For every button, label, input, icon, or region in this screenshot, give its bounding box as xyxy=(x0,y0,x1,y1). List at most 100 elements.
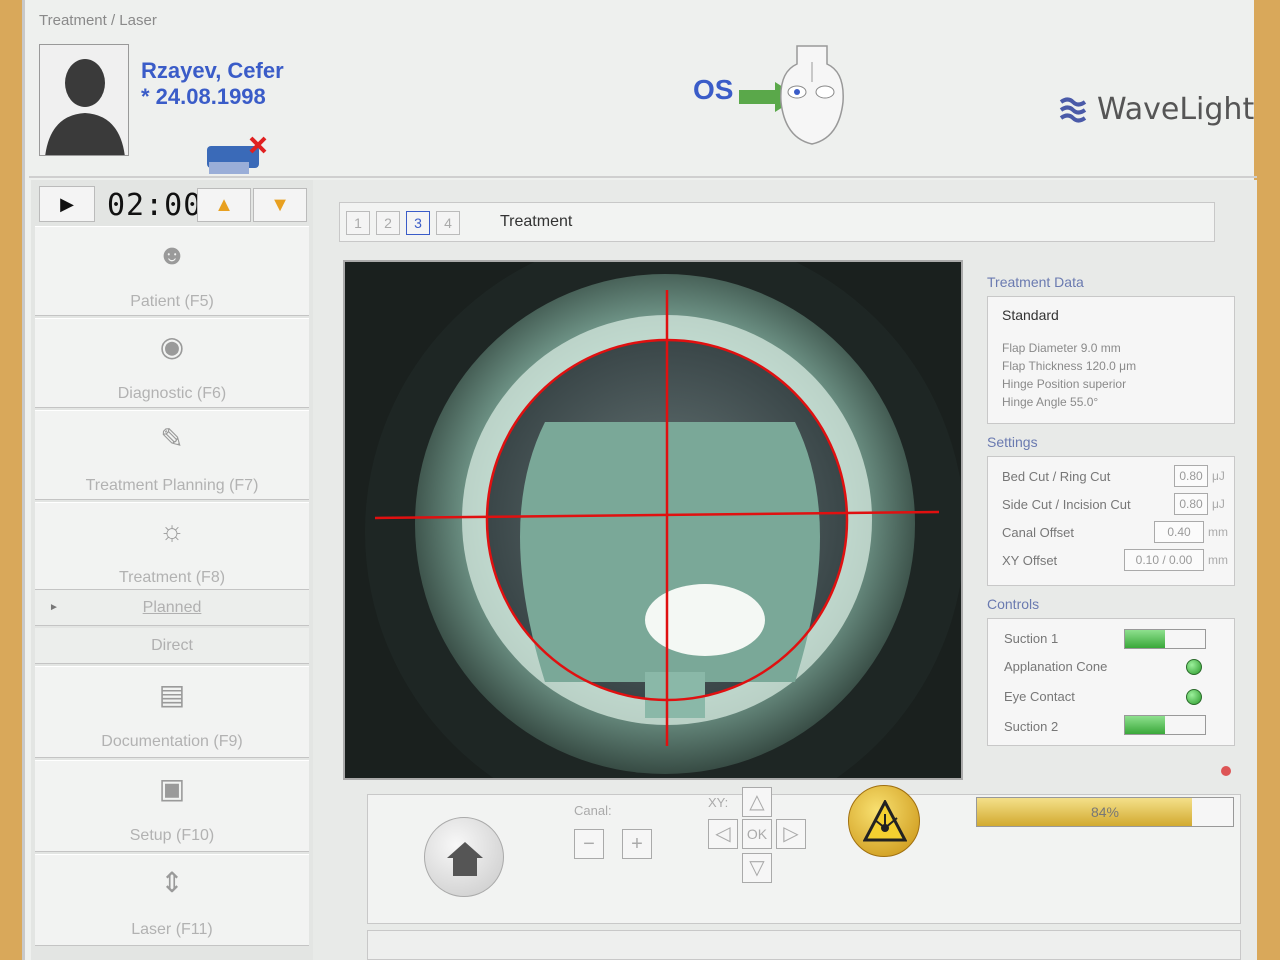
suction-2-bar xyxy=(1124,715,1206,735)
nav-treatment[interactable]: ☼ Treatment (F8) xyxy=(35,502,309,590)
nav-documentation[interactable]: ▤ Documentation (F9) xyxy=(35,666,309,758)
subnav-planned[interactable]: ► Planned xyxy=(35,590,309,626)
laser-icon: ⇕ xyxy=(160,867,184,898)
eye-contact-led xyxy=(1186,689,1202,705)
step-bar: 1 2 3 4 Treatment xyxy=(339,202,1215,242)
side-cut-label: Side Cut / Incision Cut xyxy=(1002,497,1131,512)
home-icon xyxy=(447,842,483,876)
progress-text: 84% xyxy=(1090,804,1120,820)
side-cut-unit: μJ xyxy=(1212,497,1225,511)
nav-diagnostic[interactable]: ◉ Diagnostic (F6) xyxy=(35,318,309,408)
bed-cut-field[interactable]: 0.80 xyxy=(1174,465,1208,487)
play-button[interactable]: ▶ xyxy=(39,186,95,222)
setup-icon: ▣ xyxy=(158,773,186,804)
status-strip xyxy=(367,930,1241,960)
nav-setup-label: Setup (F10) xyxy=(129,827,215,844)
status-indicator xyxy=(1221,766,1231,776)
xy-offset-unit: mm xyxy=(1208,553,1228,567)
subnav-direct[interactable]: Direct xyxy=(35,628,309,664)
breadcrumb: Treatment / Laser xyxy=(39,12,157,29)
home-button[interactable] xyxy=(424,817,504,897)
applanation-cone-led xyxy=(1186,659,1202,675)
step-title: Treatment xyxy=(500,213,573,230)
brand-name: WaveLight xyxy=(1097,92,1255,127)
canal-offset-field[interactable]: 0.40 xyxy=(1154,521,1204,543)
eye-contact-label: Eye Contact xyxy=(1004,689,1075,704)
suction-2-label: Suction 2 xyxy=(1004,719,1059,734)
eye-side-label: OS xyxy=(693,74,734,105)
nav-treatment-label: Treatment (F8) xyxy=(118,569,226,586)
canal-plus-button[interactable]: + xyxy=(622,829,652,859)
document-icon: ▤ xyxy=(158,679,186,710)
treatment-profile: Standard xyxy=(1002,307,1059,323)
canal-offset-label: Canal Offset xyxy=(1002,525,1075,540)
controls-box: Suction 1 Applanation Cone Eye Contact S… xyxy=(987,618,1235,746)
xy-label: XY: xyxy=(708,795,729,810)
timer-down-button[interactable]: ▼ xyxy=(253,188,307,222)
controls-title: Controls xyxy=(987,596,1040,612)
application-screen: Treatment / Laser Rzayev, Cefer * 24.08.… xyxy=(22,0,1257,960)
canal-minus-button[interactable]: − xyxy=(574,829,604,859)
nav-laser[interactable]: ⇕ Laser (F11) xyxy=(35,854,309,946)
nav-treatment-planning[interactable]: ✎ Treatment Planning (F7) xyxy=(35,410,309,500)
sun-icon: ☼ xyxy=(159,515,185,546)
patient-photo xyxy=(39,44,129,156)
nav-documentation-label: Documentation (F9) xyxy=(101,733,243,750)
nav-treatment-planning-label: Treatment Planning (F7) xyxy=(85,477,259,494)
hinge-position: Hinge Position superior xyxy=(1002,377,1127,391)
canal-label: Canal: xyxy=(574,803,612,818)
treatment-progress-bar: 84% xyxy=(976,797,1234,827)
treatment-data-title: Treatment Data xyxy=(987,274,1084,290)
xy-left-button[interactable]: ◁ xyxy=(708,819,738,849)
xy-down-button[interactable]: ▽ xyxy=(742,853,772,883)
hinge-angle: Hinge Angle 55.0° xyxy=(1002,395,1099,409)
canal-offset-unit: mm xyxy=(1208,525,1228,539)
timer-row: ▶ 02:00 ▲ ▼ xyxy=(35,184,309,224)
main-panel: 1 2 3 4 Treatment Treatment Data Standar… xyxy=(313,180,1257,960)
side-cut-field[interactable]: 0.80 xyxy=(1174,493,1208,515)
control-bar: Canal: − + XY: △ ◁ OK ▷ ▽ 84% xyxy=(367,785,1241,924)
suction-1-level xyxy=(1125,630,1165,648)
applanation-cone-label: Applanation Cone xyxy=(1004,659,1108,674)
person-icon: ☻ xyxy=(157,239,187,270)
nav-patient[interactable]: ☻ Patient (F5) xyxy=(35,226,309,316)
step-1-button[interactable]: 1 xyxy=(346,211,370,235)
suction-1-bar xyxy=(1124,629,1206,649)
xy-right-button[interactable]: ▷ xyxy=(776,819,806,849)
patient-name: Rzayev, Cefer xyxy=(141,58,284,83)
eye-camera-view xyxy=(343,260,963,780)
step-3-button[interactable]: 3 xyxy=(406,211,430,235)
face-diagram-icon xyxy=(777,42,847,146)
wave-logo-icon xyxy=(1059,97,1087,122)
nav-diagnostic-label: Diagnostic (F6) xyxy=(117,385,227,402)
planning-icon: ✎ xyxy=(160,423,184,454)
laser-fire-button[interactable] xyxy=(848,785,920,857)
step-2-button[interactable]: 2 xyxy=(376,211,400,235)
xy-offset-field[interactable]: 0.10 / 0.00 xyxy=(1124,549,1204,571)
vacuum-status-icon xyxy=(203,136,271,176)
settings-box: Bed Cut / Ring Cut 0.80 μJ Side Cut / In… xyxy=(987,456,1235,586)
nav-patient-label: Patient (F5) xyxy=(130,293,214,310)
left-navigation-panel: ▶ 02:00 ▲ ▼ ☻ Patient (F5) ◉ Diagnostic … xyxy=(31,180,313,960)
suction-2-level xyxy=(1125,716,1165,734)
bed-cut-label: Bed Cut / Ring Cut xyxy=(1002,469,1111,484)
crosshair-overlay xyxy=(374,290,940,746)
header-divider xyxy=(29,176,1257,178)
xy-up-button[interactable]: △ xyxy=(742,787,772,817)
treatment-data-box: Standard Flap Diameter 9.0 mm Flap Thick… xyxy=(987,296,1235,424)
nav-setup[interactable]: ▣ Setup (F10) xyxy=(35,760,309,852)
xy-offset-label: XY Offset xyxy=(1002,553,1058,568)
nav-laser-label: Laser (F11) xyxy=(131,921,213,938)
step-4-button[interactable]: 4 xyxy=(436,211,460,235)
suction-1-label: Suction 1 xyxy=(1004,631,1059,646)
subnav-planned-label: Planned xyxy=(142,599,202,616)
flap-thickness: Flap Thickness 120.0 μm xyxy=(1002,359,1137,373)
bed-cut-unit: μJ xyxy=(1212,469,1225,483)
timer-up-button[interactable]: ▲ xyxy=(197,188,251,222)
subnav-direct-label: Direct xyxy=(151,637,193,654)
selected-marker-icon: ► xyxy=(49,602,59,613)
patient-birthdate: * 24.08.1998 xyxy=(141,84,266,109)
diagnostic-icon: ◉ xyxy=(159,331,185,362)
xy-ok-button[interactable]: OK xyxy=(742,819,772,849)
settings-title: Settings xyxy=(987,434,1038,450)
